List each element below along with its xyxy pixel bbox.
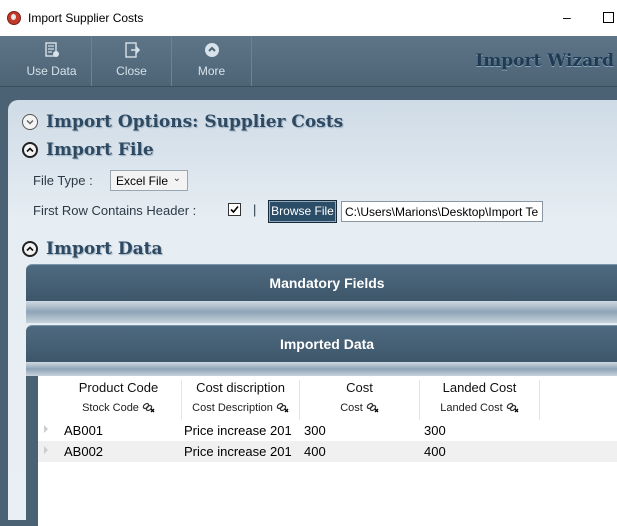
toolbar: Use Data Close More Import Wizard [0,36,617,87]
row-indicator [44,446,48,454]
window-title: Import Supplier Costs [28,11,144,25]
table-row[interactable]: AB002 Price increase 201 400 400 [38,441,617,462]
chevron-up-icon[interactable] [22,142,38,158]
browse-file-button[interactable]: Browse File [268,200,337,223]
cell-landed-cost[interactable]: 300 [424,423,536,438]
title-bar: Import Supplier Costs – [0,0,617,36]
chevron-up-icon[interactable] [22,241,38,257]
unlink-icon [142,402,155,413]
close-icon [92,42,171,58]
column-header-product-code[interactable]: Product Code Stock Code [56,380,182,420]
column-header-cost[interactable]: Cost Cost [300,380,420,420]
column-mapping[interactable]: Cost Description [182,402,299,414]
column-mapping[interactable]: Landed Cost [420,402,539,414]
column-title: Product Code [78,380,159,395]
cell-cost[interactable]: 400 [304,444,416,459]
mapping-label: Landed Cost [440,402,503,414]
cell-product-code[interactable]: AB002 [64,444,180,459]
column-title: Cost discription [196,380,285,395]
section-import-options[interactable]: Import Options: Supplier Costs [22,110,343,134]
close-label: Close [116,64,147,78]
header-row-label: First Row Contains Header : [33,203,197,218]
column-header-landed-cost[interactable]: Landed Cost Landed Cost [420,380,540,420]
use-data-button[interactable]: Use Data [12,36,92,86]
mapping-label: Cost [340,402,363,414]
file-type-label: File Type : [33,173,93,188]
section-title-options: Import Options: Supplier Costs [46,112,344,132]
checkmark-icon [230,205,239,214]
app-icon [7,11,21,25]
mandatory-fields-strip [26,301,617,323]
use-data-label: Use Data [26,64,77,78]
file-type-select[interactable]: Excel File ⌄ [110,170,188,191]
more-label: More [197,64,226,78]
mandatory-fields-bar: Mandatory Fields [26,264,617,301]
use-data-icon [12,42,91,58]
section-import-file[interactable]: Import File [22,138,154,162]
mapping-label: Cost Description [192,402,273,414]
section-title-file: Import File [46,140,154,160]
more-icon [172,42,251,58]
cell-landed-cost[interactable]: 400 [424,444,536,459]
file-path-input[interactable]: C:\Users\Marions\Desktop\Import Te [341,201,543,222]
column-title: Landed Cost [442,380,517,395]
unlink-icon [506,402,519,413]
row-indicator [44,425,48,433]
column-mapping[interactable]: Cost [300,402,419,414]
cell-cost-description[interactable]: Price increase 201 [184,423,298,438]
section-title-data: Import Data [46,239,163,259]
minimize-button[interactable]: – [563,9,571,25]
column-mapping[interactable]: Stock Code [56,402,181,414]
imported-data-bar: Imported Data [26,325,617,362]
close-button[interactable]: Close [92,36,172,86]
imported-data-grid: Product Code Stock Code Cost discription… [26,376,617,526]
imported-data-strip [26,362,617,376]
unlink-icon [276,402,289,413]
unlink-icon [366,402,379,413]
header-row-checkbox[interactable] [228,203,241,216]
cell-cost-description[interactable]: Price increase 201 [184,444,298,459]
separator: | [253,202,257,217]
column-header-cost-description[interactable]: Cost discription Cost Description [182,380,300,420]
column-title: Cost [346,380,373,395]
file-type-value: Excel File [116,174,169,188]
cell-product-code[interactable]: AB001 [64,423,180,438]
grid-body: Product Code Stock Code Cost discription… [38,376,617,526]
maximize-button[interactable] [603,12,614,23]
wizard-title: Import Wizard [475,51,614,71]
more-button[interactable]: More [172,36,252,86]
cell-cost[interactable]: 300 [304,423,416,438]
main-panel: Import Options: Supplier Costs Import Fi… [8,100,617,526]
chevron-down-icon: ⌄ [172,173,181,184]
section-import-data[interactable]: Import Data [22,237,163,261]
table-row[interactable]: AB001 Price increase 201 300 300 [38,420,617,441]
chevron-down-icon[interactable] [22,114,38,130]
mapping-label: Stock Code [82,402,139,414]
